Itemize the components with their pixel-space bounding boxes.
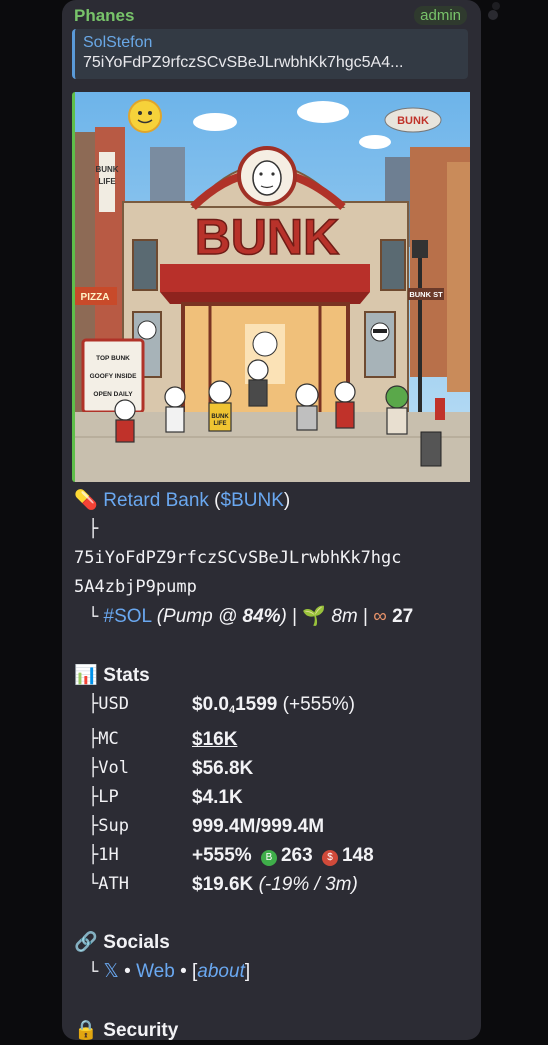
stat-lp: ├LP $4.1K <box>88 783 474 812</box>
stats-title: Stats <box>103 665 150 686</box>
reply-text: 75iYoFdPZ9rfczSCvSBeJLrwbhKk7hgc5A4... <box>83 54 404 71</box>
bullet: • <box>174 961 193 982</box>
stat-key: └ATH <box>88 874 129 894</box>
tree-end: └ <box>88 962 99 982</box>
stat-supply: ├Sup 999.4M/999.4M <box>88 812 474 841</box>
stat-1h: ├1H +555% B 263 $148 <box>88 841 474 870</box>
token-age: 8m <box>331 606 358 627</box>
bunk-sign: BUNK <box>195 209 339 265</box>
stat-key: ├Sup <box>88 816 129 836</box>
street-sign: BUNK ST <box>409 290 443 299</box>
x-link[interactable]: 𝕏 <box>104 961 119 982</box>
menu-line-2: GOOFY INSIDE <box>90 373 137 380</box>
contract-address-line-1[interactable]: 75iYoFdPZ9rfczSCvSBeJLrwbhKk7hgc <box>74 544 474 573</box>
stat-vol: ├Vol $56.8K <box>88 754 474 783</box>
blimp-text: BUNK <box>397 115 429 127</box>
sells-count: 148 <box>341 845 374 866</box>
background-dot <box>492 2 500 10</box>
buy-icon: B <box>260 850 277 866</box>
security-header: 🔒 Security <box>74 1016 474 1045</box>
sun-icon <box>128 99 162 133</box>
stat-key: ├LP <box>88 787 119 807</box>
pump-prefix: (Pump @ <box>156 606 243 627</box>
sender-name[interactable]: Phanes <box>74 6 134 26</box>
token-name-link[interactable]: Retard Bank <box>103 490 209 511</box>
tower-text-2: LIFE <box>98 177 116 186</box>
holders-count: 27 <box>392 606 414 627</box>
seedling-icon: 🌱 <box>302 606 327 627</box>
bar-chart-icon: 📊 <box>74 665 98 686</box>
chain-line: └ #SOL (Pump @ 84%) | 🌱 8m | ∞ 27 <box>74 602 474 632</box>
price-digits: 1599 <box>235 694 278 715</box>
pump-percent: 84% <box>242 606 281 627</box>
stats-header: 📊 Stats <box>74 661 474 690</box>
link-icon: 🔗 <box>74 932 98 953</box>
buys-count: 263 <box>280 845 313 866</box>
shirt-text-2: LIFE <box>214 421 227 427</box>
tree-end: └ <box>88 607 99 627</box>
socials-line: └ 𝕏 • Web • [about] <box>74 957 474 987</box>
socials-title: Socials <box>103 932 170 953</box>
stat-mc: ├MC $16K <box>88 725 474 754</box>
stat-key: ├USD <box>88 694 129 714</box>
message-text: 💊 Retard Bank ($BUNK) ├ 75iYoFdPZ9rfczSC… <box>74 486 474 1045</box>
socials-header: 🔗 Socials <box>74 928 474 957</box>
bracket-close: ] <box>244 961 251 982</box>
stat-key: ├1H <box>88 845 119 865</box>
blimp: BUNK <box>384 107 442 133</box>
pill-icon: 💊 <box>74 490 98 511</box>
symbol-open: ( <box>208 490 221 511</box>
reply-preview[interactable]: SolStefon 75iYoFdPZ9rfczSCvSBeJLrwbhKk7h… <box>72 29 468 79</box>
stat-usd: ├USD $0.041599 (+555%) <box>88 690 474 725</box>
reply-author: SolStefon <box>83 34 153 51</box>
shirt-text-1: BUNK <box>211 414 229 420</box>
stat-ath: └ATH $19.6K (-19% / 3m) <box>88 870 474 899</box>
bullet: • <box>118 961 137 982</box>
lock-icon: 🔒 <box>74 1020 98 1041</box>
volume-value: $56.8K <box>192 758 254 779</box>
sell-icon: $ <box>321 850 338 866</box>
background-dot <box>488 10 498 20</box>
contract-address-line-2[interactable]: 5A4zbjP9pump <box>74 573 474 602</box>
symbol-close: ) <box>283 490 291 511</box>
menu-line-1: TOP BUNK <box>96 355 130 362</box>
price-change: (+555%) <box>277 694 356 715</box>
stat-key: ├MC <box>88 729 119 749</box>
stat-key: ├Vol <box>88 758 129 778</box>
message-bubble[interactable]: Phanes admin SolStefon 75iYoFdPZ9rfczSCv… <box>62 0 481 1041</box>
liquidity-value: $4.1K <box>192 787 243 808</box>
about-link[interactable]: about <box>197 961 245 982</box>
token-image[interactable]: BUNK BUNK LIFE BUNK TOP BUNK GOOFY INSID… <box>72 92 473 482</box>
separator: | <box>357 606 374 627</box>
price-main: $0.0 <box>192 694 229 715</box>
separator: | <box>286 606 303 627</box>
tree-branch: ├ <box>88 519 99 539</box>
admin-badge: admin <box>414 6 467 25</box>
ath-detail: (-19% / 3m) <box>258 874 358 895</box>
supply-value: 999.4M/999.4M <box>192 816 325 837</box>
token-line: 💊 Retard Bank ($BUNK) <box>74 486 474 515</box>
tower-text-1: BUNK <box>95 165 118 174</box>
security-title: Security <box>103 1020 179 1041</box>
market-cap-link[interactable]: $16K <box>192 725 237 754</box>
pizza-sign: PIZZA <box>81 292 110 303</box>
web-link[interactable]: Web <box>136 961 175 982</box>
menu-line-3: OPEN DAILY <box>93 391 133 398</box>
hour-change: +555% <box>192 845 252 866</box>
ath-value: $19.6K <box>192 874 254 895</box>
chain-tag-link[interactable]: #SOL <box>104 606 152 627</box>
token-symbol-link[interactable]: $BUNK <box>221 490 284 511</box>
eyes-icon: ∞ <box>373 606 387 627</box>
